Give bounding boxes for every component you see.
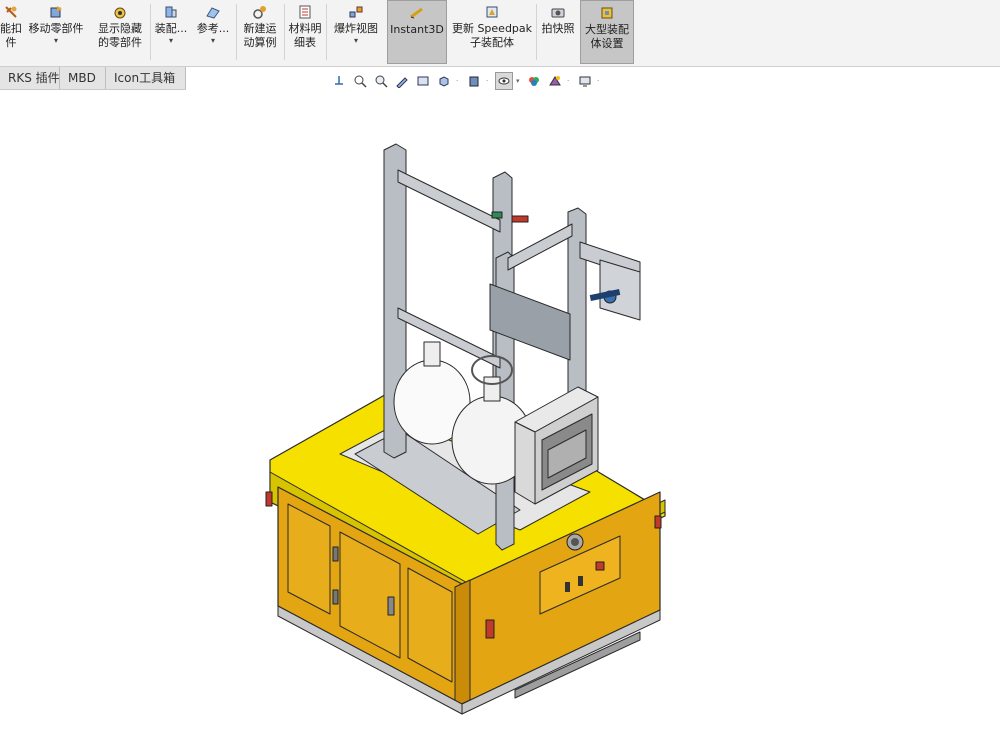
command-manager-ribbon: 能扣 件 移动零部件 ▾ 显示隐藏 的零部件 装配... ▾ 参考... ▾ 新… (0, 0, 1000, 67)
bill-of-materials-icon (299, 5, 311, 19)
move-component-dropdown[interactable]: ▾ (54, 37, 58, 45)
exploded-view-dropdown[interactable]: ▾ (354, 37, 358, 45)
assembly-model (265, 143, 666, 715)
apply-scene-icon (549, 76, 561, 86)
tab-icon-toolbox[interactable]: Icon工具箱 (106, 67, 186, 89)
reference-geometry-icon (206, 7, 220, 19)
zoom-area-icon (354, 75, 367, 88)
ribbon-separator (236, 4, 237, 60)
ribbon-separator (536, 4, 537, 60)
ribbon-separator (150, 4, 151, 60)
view-orientation-dropdown[interactable]: · (456, 77, 462, 85)
new-motion-study-button[interactable]: 新建运 动算例 (238, 0, 282, 64)
reference-geometry-dropdown[interactable]: ▾ (211, 37, 215, 45)
reference-geometry-button[interactable]: 参考... ▾ (192, 0, 234, 64)
exploded-view-button[interactable]: 爆炸视图 ▾ (328, 0, 384, 64)
view-settings-dropdown[interactable]: · (597, 77, 603, 85)
show-hidden-components-icon (114, 7, 126, 19)
move-component-icon (50, 6, 62, 18)
zoom-area-button[interactable] (351, 72, 369, 90)
smart-fastener-icon (5, 6, 17, 18)
display-style-dropdown[interactable]: · (486, 77, 492, 85)
update-speedpak-button[interactable]: 更新 Speedpak 子装配体 (450, 0, 534, 64)
view-settings-button[interactable] (576, 72, 594, 90)
assembly-features-icon (165, 6, 177, 18)
previous-view-icon (375, 75, 388, 88)
zoom-to-fit-button[interactable] (330, 72, 348, 90)
section-view-button[interactable] (393, 72, 411, 90)
update-speedpak-icon (486, 6, 498, 18)
hide-show-items-dropdown[interactable]: ▾ (516, 77, 522, 85)
move-component-button[interactable]: 移动零部件 ▾ (24, 0, 88, 64)
ribbon-separator (284, 4, 285, 60)
hide-show-items-button[interactable] (495, 72, 513, 90)
dynamic-annotation-button[interactable] (414, 72, 432, 90)
dynamic-annotation-icon (417, 76, 429, 86)
snapshot-button[interactable]: 拍快照 (538, 0, 578, 64)
instant3d-button[interactable]: Instant3D (387, 0, 447, 64)
apply-scene-button[interactable] (546, 72, 564, 90)
instant3d-icon (410, 7, 423, 19)
smart-fasteners-button[interactable]: 能扣 件 (0, 0, 22, 64)
bill-of-materials-button[interactable]: 材料明 细表 (286, 0, 324, 64)
tab-rks-plugins[interactable]: RKS 插件 (0, 67, 60, 89)
command-manager-tabs: RKS 插件 MBD Icon工具箱 (0, 67, 186, 90)
apply-scene-dropdown[interactable]: · (567, 77, 573, 85)
graphics-area[interactable] (0, 92, 1000, 750)
ribbon-separator (326, 4, 327, 60)
display-style-icon (469, 76, 479, 87)
assembly-features-button[interactable]: 装配... ▾ (152, 0, 190, 64)
hide-show-items-icon (498, 77, 510, 85)
tab-mbd[interactable]: MBD (60, 67, 106, 89)
view-orientation-button[interactable] (435, 72, 453, 90)
heads-up-view-toolbar: · · ▾ · · (330, 70, 603, 92)
edit-appearance-button[interactable] (525, 72, 543, 90)
view-orientation-icon (439, 76, 449, 87)
exploded-view-icon (349, 6, 363, 18)
display-style-button[interactable] (465, 72, 483, 90)
assembly-features-dropdown[interactable]: ▾ (169, 37, 173, 45)
large-assembly-settings-icon (601, 7, 613, 19)
snapshot-icon (551, 8, 565, 18)
previous-view-button[interactable] (372, 72, 390, 90)
large-assembly-settings-button[interactable]: 大型装配 体设置 (580, 0, 634, 64)
view-settings-icon (579, 76, 591, 87)
section-view-icon (396, 77, 408, 88)
edit-appearance-icon (529, 77, 539, 86)
new-motion-study-icon (253, 6, 266, 19)
show-hidden-components-button[interactable]: 显示隐藏 的零部件 (92, 0, 148, 64)
zoom-to-fit-icon (335, 76, 343, 85)
